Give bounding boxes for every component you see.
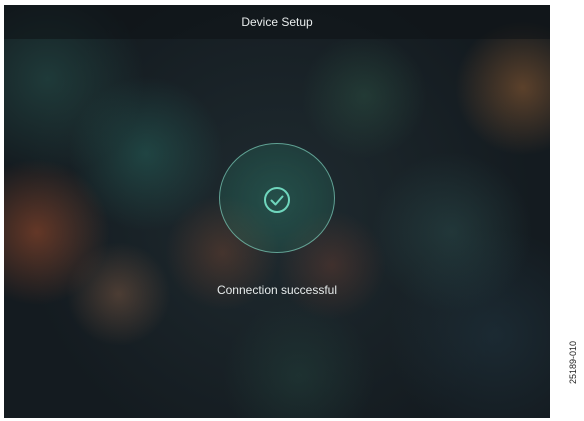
check-circle-icon [264, 187, 290, 213]
page-title: Device Setup [241, 15, 313, 29]
header-bar: Device Setup [4, 5, 550, 39]
device-setup-screen: Device Setup Connection successful [4, 5, 550, 418]
connection-status-text: Connection successful [216, 283, 338, 297]
figure-id-label: 25189-010 [568, 340, 578, 384]
